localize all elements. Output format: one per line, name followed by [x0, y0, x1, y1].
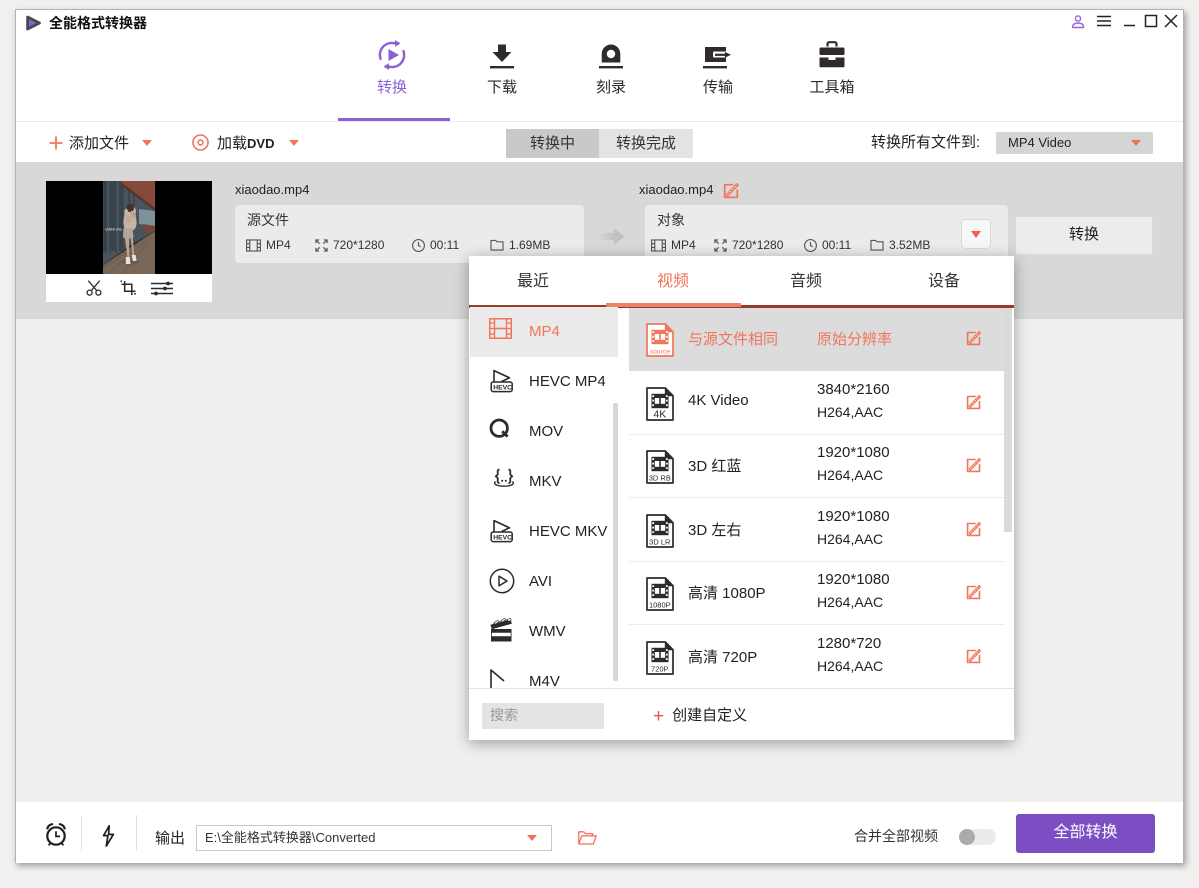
svg-text:3D LR: 3D LR: [649, 537, 671, 546]
svg-text:3D RB: 3D RB: [649, 474, 671, 483]
svg-text:4K: 4K: [653, 408, 666, 420]
svg-text:HEVC: HEVC: [493, 535, 512, 542]
svg-text:1080P: 1080P: [649, 601, 671, 610]
svg-text:HEVC: HEVC: [493, 385, 512, 392]
svg-text:source: source: [650, 349, 671, 356]
svg-text:720P: 720P: [651, 664, 669, 673]
svg-text:V###.#%: V###.#%: [105, 227, 122, 232]
